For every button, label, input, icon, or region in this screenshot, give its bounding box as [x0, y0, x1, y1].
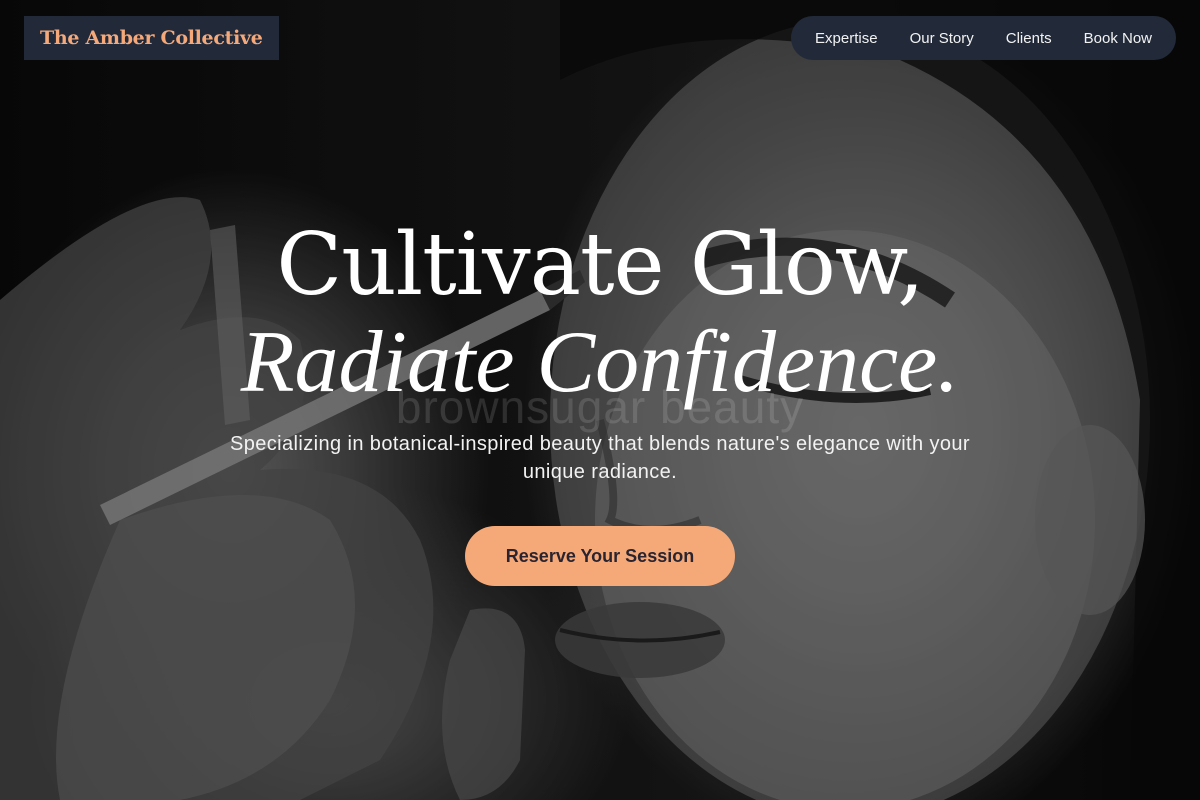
nav-item-clients[interactable]: Clients	[990, 30, 1068, 47]
headline-line-1: Cultivate Glow,	[276, 215, 924, 315]
nav-item-expertise[interactable]: Expertise	[799, 30, 894, 47]
hero-subtitle: Specializing in botanical-inspired beaut…	[230, 433, 970, 483]
brand-logo[interactable]: The Amber Collective	[24, 16, 279, 60]
main-nav: Expertise Our Story Clients Book Now	[791, 16, 1176, 60]
headline-line-2: Radiate Confidence.	[240, 314, 960, 411]
nav-item-our-story[interactable]: Our Story	[894, 30, 990, 47]
hero-headline: Cultivate Glow, Radiate Confidence.	[0, 215, 1200, 411]
reserve-session-button[interactable]: Reserve Your Session	[465, 526, 735, 586]
nav-item-book-now[interactable]: Book Now	[1068, 30, 1168, 47]
hero-section: The Amber Collective Expertise Our Story…	[0, 0, 1200, 800]
brand-name: The Amber Collective	[40, 27, 263, 49]
